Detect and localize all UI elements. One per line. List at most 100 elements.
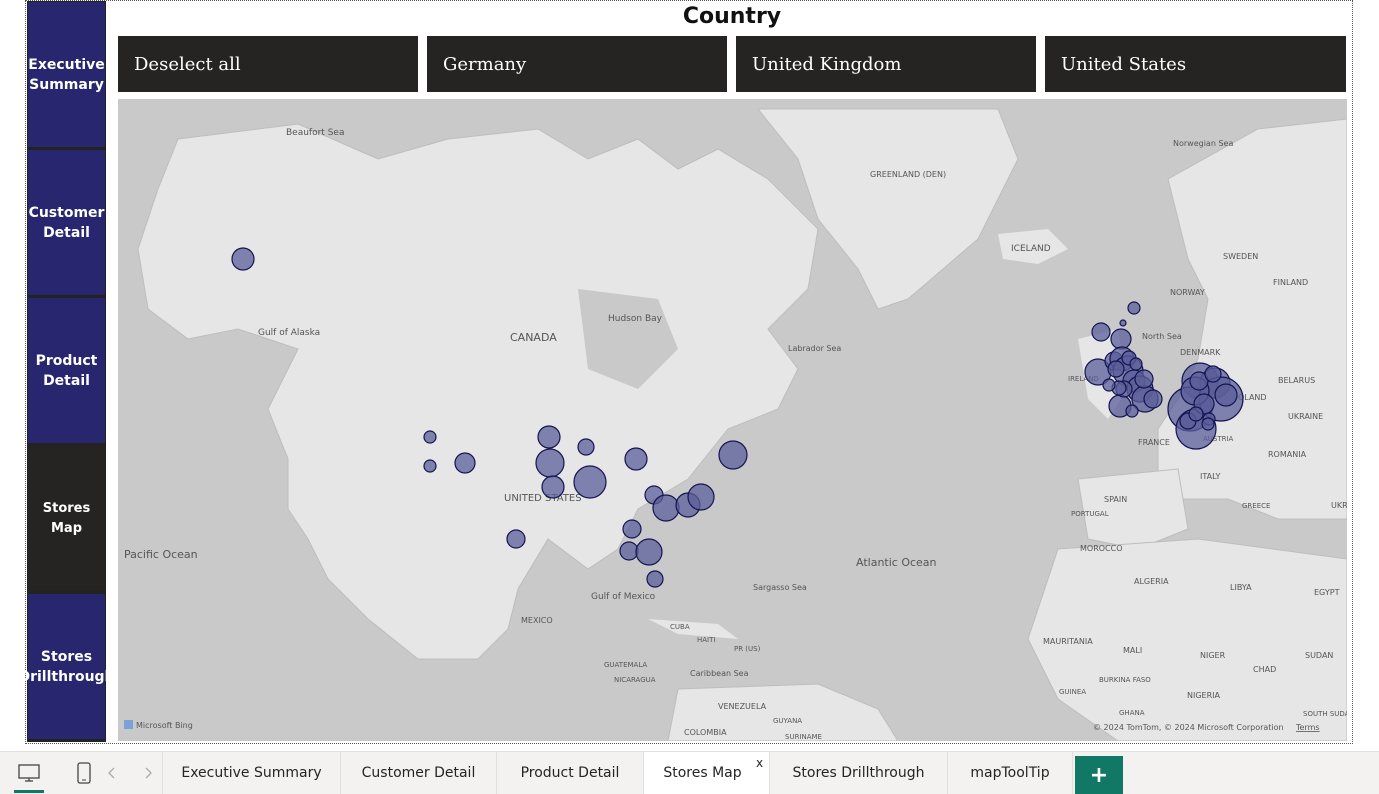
tab-maptooltip[interactable]: mapToolTip: [947, 752, 1073, 794]
map-label: SWEDEN: [1223, 252, 1258, 261]
scroll-left-icon[interactable]: [102, 752, 122, 794]
store-bubble[interactable]: [454, 452, 476, 474]
map-label: NIGERIA: [1187, 691, 1221, 700]
map-label: NICARAGUA: [614, 676, 656, 684]
map-label: GHANA: [1119, 709, 1145, 717]
map-label: GREENLAND (DEN): [870, 170, 946, 179]
nav-stores-drillthrough-button[interactable]: Stores Drillthrough: [18, 594, 115, 739]
store-bubble[interactable]: [622, 519, 642, 539]
store-bubble[interactable]: [1214, 383, 1238, 407]
map-label: GUATEMALA: [604, 661, 647, 669]
page-navigator: Executive Summary Customer Detail Produc…: [18, 1, 115, 742]
map-label: NIGER: [1200, 651, 1226, 660]
map-label: GUYANA: [773, 717, 802, 725]
slicer-title: Country: [682, 4, 782, 29]
store-bubble[interactable]: [1127, 301, 1141, 315]
nav-executive-summary-button[interactable]: Executive Summary: [28, 2, 105, 147]
tab-stores-drillthrough[interactable]: Stores Drillthrough: [769, 752, 947, 794]
store-bubble[interactable]: [1143, 389, 1163, 409]
map-label: ALGERIA: [1134, 577, 1169, 586]
add-page-button[interactable]: +: [1075, 756, 1123, 794]
stores-map[interactable]: Beaufort Sea Gulf of Alaska CANADA Hudso…: [118, 99, 1347, 741]
map-label: DENMARK: [1180, 348, 1221, 357]
store-bubble[interactable]: [423, 459, 437, 473]
map-logo-text: Microsoft Bing: [136, 721, 193, 730]
mobile-view-icon[interactable]: [64, 752, 104, 794]
map-label: North Sea: [1142, 332, 1182, 341]
store-bubble[interactable]: [1091, 322, 1111, 342]
store-bubble[interactable]: [635, 538, 663, 566]
map-label: CHAD: [1253, 665, 1276, 674]
store-bubble[interactable]: [231, 247, 255, 271]
map-label: Norwegian Sea: [1173, 139, 1233, 148]
map-label: VENEZUELA: [718, 702, 767, 711]
slicer-option-germany[interactable]: Germany: [427, 36, 727, 92]
store-bubble[interactable]: [1110, 328, 1132, 350]
store-bubble[interactable]: [652, 494, 680, 522]
map-label: SPAIN: [1104, 495, 1127, 504]
store-bubble[interactable]: [1201, 417, 1215, 431]
store-bubble[interactable]: [537, 425, 561, 449]
store-bubble[interactable]: [1134, 369, 1154, 389]
microsoft-logo-icon: [124, 720, 133, 729]
map-attribution: © 2024 TomTom, © 2024 Microsoft Corporat…: [1093, 723, 1284, 732]
map-label: MALI: [1123, 646, 1142, 655]
map-label: UNITED STATES: [504, 493, 582, 504]
map-label: CUBA: [670, 623, 690, 631]
map-label: Gulf of Alaska: [258, 328, 320, 338]
nav-stores-map-button[interactable]: Stores Map: [28, 446, 105, 591]
close-tab-icon[interactable]: x: [756, 756, 763, 770]
store-bubble[interactable]: [1125, 404, 1139, 418]
map-label: BURKINA FASO: [1099, 676, 1151, 684]
map-label: UKRAINE: [1288, 412, 1323, 421]
tab-executive-summary[interactable]: Executive Summary: [162, 752, 340, 794]
map-label: HAITI: [697, 636, 715, 644]
map-label: Gulf of Mexico: [591, 592, 656, 602]
store-bubble[interactable]: [1129, 357, 1143, 371]
nav-customer-detail-button[interactable]: Customer Detail: [28, 150, 105, 295]
store-bubble[interactable]: [619, 541, 639, 561]
tab-customer-detail[interactable]: Customer Detail: [340, 752, 496, 794]
map-label: EGYPT: [1314, 588, 1340, 597]
map-label: Hudson Bay: [608, 314, 663, 324]
desktop-view-icon[interactable]: [9, 752, 49, 794]
store-bubble[interactable]: [423, 430, 437, 444]
map-label: Beaufort Sea: [286, 128, 344, 138]
page-tabs-bar: Executive Summary Customer Detail Produc…: [0, 751, 1379, 794]
map-label: CANADA: [510, 331, 557, 344]
map-label: PR (US): [734, 645, 761, 653]
store-bubble[interactable]: [541, 475, 565, 499]
map-label: MAURITANIA: [1043, 637, 1093, 646]
store-bubble[interactable]: [1102, 378, 1116, 392]
slicer-option-united-states[interactable]: United States: [1045, 36, 1346, 92]
store-bubble[interactable]: [535, 448, 565, 478]
map-label: COLOMBIA: [684, 728, 727, 737]
store-bubble[interactable]: [1107, 360, 1125, 378]
map-terms-link[interactable]: Terms: [1295, 723, 1320, 732]
map-label: ICELAND: [1011, 244, 1051, 254]
map-label: FRANCE: [1138, 438, 1170, 447]
map-label: PORTUGAL: [1071, 510, 1109, 518]
map-label: Caribbean Sea: [690, 669, 749, 678]
store-bubble[interactable]: [506, 529, 526, 549]
slicer-option-united-kingdom[interactable]: United Kingdom: [736, 36, 1036, 92]
scroll-right-icon[interactable]: [138, 752, 158, 794]
store-bubble[interactable]: [687, 483, 715, 511]
map-label: FINLAND: [1273, 278, 1308, 287]
map-label: GUINEA: [1059, 688, 1086, 696]
map-label: SURINAME: [785, 733, 822, 741]
nav-product-detail-button[interactable]: Product Detail: [28, 298, 105, 443]
tab-product-detail[interactable]: Product Detail: [496, 752, 643, 794]
store-bubble[interactable]: [624, 447, 648, 471]
store-bubble[interactable]: [718, 440, 748, 470]
map-label: SOUTH SUDAN: [1303, 710, 1347, 718]
store-bubble[interactable]: [646, 570, 664, 588]
store-bubble[interactable]: [577, 438, 595, 456]
store-bubble[interactable]: [1204, 365, 1222, 383]
tab-stores-map[interactable]: Stores Map: [643, 752, 769, 794]
store-bubble[interactable]: [1119, 319, 1127, 327]
map-label: ITALY: [1200, 472, 1220, 481]
slicer-option-deselect-all[interactable]: Deselect all: [118, 36, 418, 92]
store-bubble[interactable]: [573, 465, 607, 499]
store-bubble[interactable]: [1188, 406, 1204, 422]
